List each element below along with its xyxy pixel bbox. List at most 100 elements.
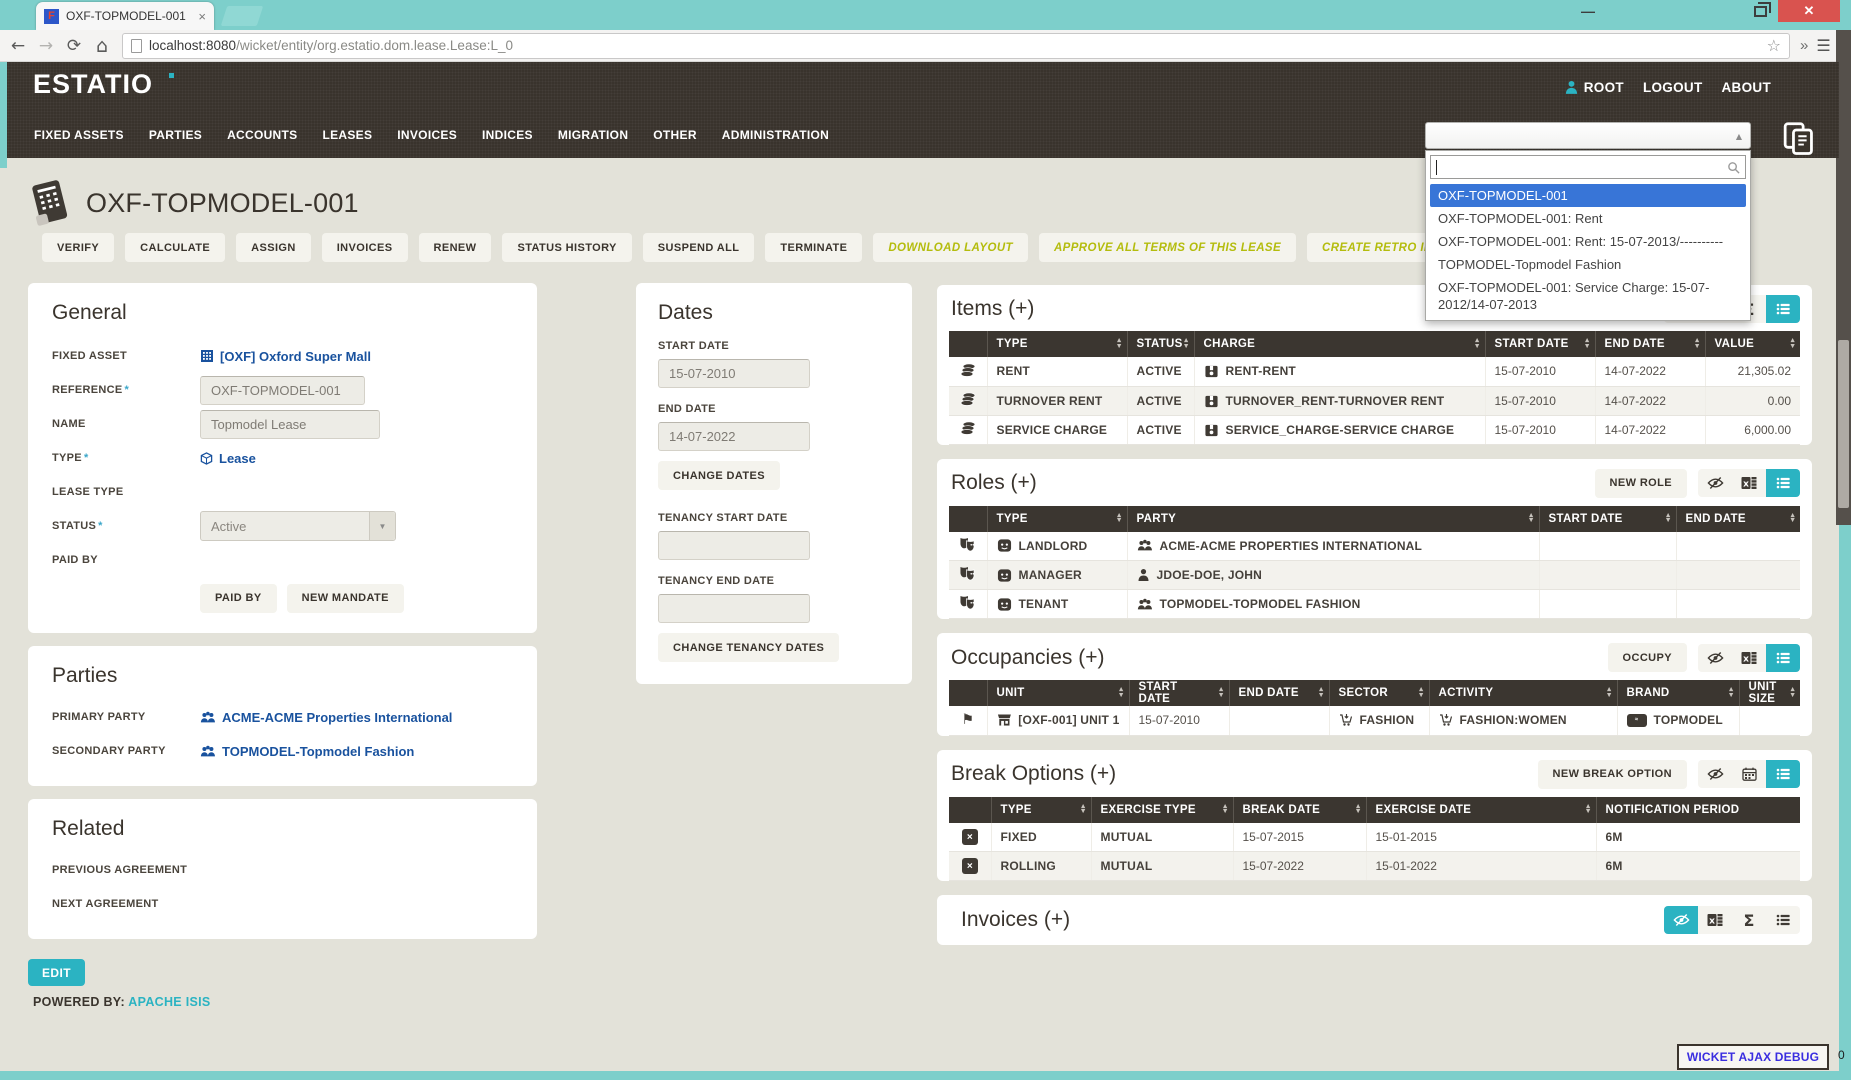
copy-bookmark-button[interactable] [1781, 120, 1817, 163]
table-view-button[interactable] [1766, 295, 1800, 323]
occupancies-sort-start-date[interactable]: START DATE▲▼ [1129, 680, 1229, 706]
occupancies-sort-unit-size[interactable]: UNIT SIZE▲▼ [1739, 680, 1800, 706]
change-tenancy-dates-button[interactable]: CHANGE TENANCY DATES [658, 633, 839, 662]
calendar-view-button[interactable] [1732, 760, 1766, 788]
hide-columns-button[interactable] [1698, 469, 1732, 497]
items-sort-end-date[interactable]: END DATE▲▼ [1595, 331, 1705, 357]
logout-link[interactable]: LOGOUT [1643, 80, 1703, 95]
occupy-button[interactable]: OCCUPY [1608, 643, 1687, 672]
secondary-party-link[interactable]: TOPMODEL-Topmodel Fashion [200, 744, 414, 759]
table-row[interactable]: × FIXED MUTUAL 15-07-2015 15-01-2015 6M [949, 823, 1800, 852]
verify-button[interactable]: VERIFY [42, 233, 114, 262]
back-icon[interactable]: ← [4, 36, 32, 56]
estatio-logo[interactable]: ESTATIO [33, 69, 153, 100]
unit-link[interactable]: [OXF-001] UNIT 1 [1018, 713, 1119, 727]
occupancies-sort-brand[interactable]: BRAND▲▼ [1617, 680, 1739, 706]
picker-option[interactable]: TOPMODEL-Topmodel Fashion [1430, 253, 1746, 276]
nav-indices[interactable]: INDICES [482, 128, 533, 142]
nav-leases[interactable]: LEASES [322, 128, 372, 142]
break-sort-type[interactable]: TYPE▲▼ [991, 797, 1091, 823]
new-role-button[interactable]: NEW ROLE [1595, 469, 1687, 498]
roles-sort-start-date[interactable]: START DATE▲▼ [1539, 506, 1676, 532]
brand-link[interactable]: TOPMODEL [1654, 713, 1723, 727]
table-row[interactable]: LANDLORD ACME-ACME PROPERTIES INTERNATIO… [949, 532, 1800, 561]
picker-option[interactable]: OXF-TOPMODEL-001: Rent: 15-07-2013/-----… [1430, 230, 1746, 253]
break-sort-exercise-type[interactable]: EXERCISE TYPE▲▼ [1091, 797, 1233, 823]
forward-icon[interactable]: → [32, 36, 60, 56]
suspend-all-button[interactable]: SUSPEND ALL [643, 233, 755, 262]
tenancy-end-date-field[interactable] [658, 594, 810, 623]
occupancies-sort-sector[interactable]: SECTOR▲▼ [1329, 680, 1429, 706]
occupancies-sort-activity[interactable]: ACTIVITY▲▼ [1429, 680, 1617, 706]
assign-button[interactable]: ASSIGN [236, 233, 311, 262]
terminate-button[interactable]: TERMINATE [765, 233, 862, 262]
party-link[interactable]: JDOE-DOE, JOHN [1157, 568, 1263, 582]
window-close-button[interactable]: ✕ [1778, 0, 1840, 22]
export-excel-button[interactable]: x [1698, 906, 1732, 934]
new-tab-button[interactable] [221, 6, 263, 26]
browser-menu-icon[interactable]: ☰ [1816, 36, 1830, 55]
table-row[interactable]: × ROLLING MUTUAL 15-07-2022 15-01-2022 6… [949, 852, 1800, 881]
hide-columns-button[interactable] [1698, 760, 1732, 788]
picker-option[interactable]: OXF-TOPMODEL-001 [1430, 184, 1746, 207]
start-date-field[interactable] [658, 359, 810, 388]
refresh-icon[interactable]: ⟳ [60, 36, 88, 56]
break-sort-exercise-date[interactable]: EXERCISE DATE▲▼ [1366, 797, 1596, 823]
picker-search[interactable] [1430, 155, 1746, 179]
table-row[interactable]: MANAGER JDOE-DOE, JOHN [949, 561, 1800, 590]
picker-option[interactable]: OXF-TOPMODEL-001: Service Charge: 15-07-… [1430, 276, 1746, 316]
fixed-asset-link[interactable]: [OXF] Oxford Super Mall [200, 349, 371, 364]
window-minimize-button[interactable]: — [1568, 0, 1608, 22]
party-link[interactable]: ACME-ACME PROPERTIES INTERNATIONAL [1160, 539, 1423, 553]
charge-link[interactable]: RENT-RENT [1226, 364, 1296, 378]
nav-administration[interactable]: ADMINISTRATION [722, 128, 829, 142]
hide-columns-button[interactable] [1664, 906, 1698, 934]
items-sort-charge[interactable]: CHARGE▲▼ [1194, 331, 1485, 357]
table-row[interactable]: ⚑ [OXF-001] UNIT 1 15-07-2010 FASHION FA… [949, 706, 1800, 735]
wicket-ajax-debug-link[interactable]: WICKET AJAX DEBUG [1677, 1044, 1829, 1070]
new-break-option-button[interactable]: NEW BREAK OPTION [1538, 760, 1687, 789]
table-view-button[interactable] [1766, 469, 1800, 497]
download-layout-button[interactable]: DOWNLOAD LAYOUT [873, 233, 1028, 262]
items-sort-start-date[interactable]: START DATE▲▼ [1485, 331, 1595, 357]
picker-search-input[interactable] [1441, 157, 1723, 177]
hide-columns-button[interactable] [1698, 644, 1732, 672]
summary-button[interactable]: Σ [1732, 906, 1766, 934]
break-sort-notification-period[interactable]: NOTIFICATION PERIOD [1596, 797, 1800, 823]
nav-other[interactable]: OTHER [653, 128, 697, 142]
type-link[interactable]: Lease [200, 451, 256, 466]
entity-picker-toggle[interactable]: ▲ [1425, 122, 1751, 149]
tab-close-icon[interactable]: × [198, 9, 206, 24]
party-link[interactable]: TOPMODEL-TOPMODEL FASHION [1160, 597, 1361, 611]
window-maximize-button[interactable] [1740, 0, 1780, 22]
occupancies-sort-unit[interactable]: UNIT▲▼ [987, 680, 1129, 706]
roles-sort-end-date[interactable]: END DATE▲▼ [1676, 506, 1800, 532]
nav-parties[interactable]: PARTIES [149, 128, 202, 142]
table-view-button[interactable] [1766, 644, 1800, 672]
about-link[interactable]: ABOUT [1722, 80, 1772, 95]
user-root-link[interactable]: ROOT [1564, 80, 1624, 95]
paid-by-button[interactable]: PAID BY [200, 584, 277, 613]
charge-link[interactable]: SERVICE_CHARGE-SERVICE CHARGE [1226, 423, 1455, 437]
primary-party-link[interactable]: ACME-ACME Properties International [200, 710, 452, 725]
browser-tab[interactable]: F OXF-TOPMODEL-001 × [36, 2, 214, 30]
charge-link[interactable]: TURNOVER_RENT-TURNOVER RENT [1226, 394, 1445, 408]
nav-accounts[interactable]: ACCOUNTS [227, 128, 297, 142]
tenancy-start-date-field[interactable] [658, 531, 810, 560]
status-history-button[interactable]: STATUS HISTORY [502, 233, 631, 262]
name-field[interactable] [200, 410, 380, 439]
items-sort-value[interactable]: VALUE▲▼ [1705, 331, 1800, 357]
renew-button[interactable]: RENEW [419, 233, 492, 262]
table-row[interactable]: RENT ACTIVE RENT-RENT 15-07-2010 14-07-2… [949, 357, 1800, 386]
invoices-button[interactable]: INVOICES [322, 233, 408, 262]
toolbar-overflow-icon[interactable]: » [1800, 37, 1808, 54]
occupancies-sort-end-date[interactable]: END DATE▲▼ [1229, 680, 1329, 706]
nav-migration[interactable]: MIGRATION [558, 128, 628, 142]
edit-button[interactable]: EDIT [28, 959, 85, 986]
table-row[interactable]: TURNOVER RENT ACTIVE TURNOVER_RENT-TURNO… [949, 386, 1800, 415]
url-bar[interactable]: localhost:8080/wicket/entity/org.estatio… [122, 33, 1790, 59]
break-sort-break-date[interactable]: BREAK DATE▲▼ [1233, 797, 1366, 823]
table-view-button[interactable] [1766, 906, 1800, 934]
roles-sort-type[interactable]: TYPE▲▼ [987, 506, 1127, 532]
new-mandate-button[interactable]: NEW MANDATE [287, 584, 404, 613]
